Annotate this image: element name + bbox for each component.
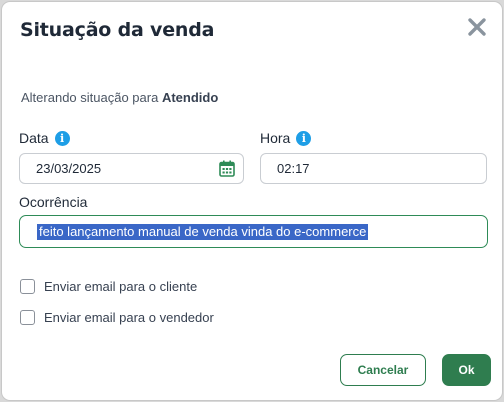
email-client-option[interactable]: Enviar email para o cliente: [20, 279, 197, 294]
email-client-label: Enviar email para o cliente: [44, 279, 198, 294]
info-icon[interactable]: i: [296, 130, 312, 146]
email-seller-label: Enviar email para o vendedor: [44, 310, 214, 325]
date-label: Data: [19, 130, 49, 146]
time-value: 02:17: [277, 161, 310, 176]
email-seller-option[interactable]: Enviar email para o vendedor: [20, 310, 214, 325]
dialog-title: Situação da venda: [20, 19, 215, 41]
date-field[interactable]: 23/03/2025: [19, 153, 244, 184]
time-field[interactable]: 02:17: [260, 153, 487, 184]
email-client-checkbox[interactable]: [20, 279, 35, 294]
date-value: 23/03/2025: [36, 161, 102, 176]
email-seller-checkbox[interactable]: [20, 310, 35, 325]
occurrence-input[interactable]: feito lançamento manual de venda vinda d…: [19, 215, 488, 248]
date-label-row: Data i: [19, 130, 70, 146]
ok-button[interactable]: Ok: [442, 354, 491, 386]
subtitle-prefix: Alterando situação para: [21, 90, 162, 105]
info-icon[interactable]: i: [54, 130, 70, 146]
status-subtitle: Alterando situação para Atendido: [21, 90, 218, 105]
calendar-icon[interactable]: [219, 160, 235, 177]
sale-status-dialog: Situação da venda Alterando situação par…: [1, 1, 503, 401]
close-icon[interactable]: [467, 17, 487, 37]
occurrence-selected-text: feito lançamento manual de venda vinda d…: [37, 223, 369, 240]
subtitle-status: Atendido: [161, 90, 219, 105]
cancel-button[interactable]: Cancelar: [340, 354, 426, 386]
time-label: Hora: [260, 130, 291, 146]
occurrence-label: Ocorrência: [19, 194, 88, 210]
time-label-row: Hora i: [260, 130, 312, 146]
